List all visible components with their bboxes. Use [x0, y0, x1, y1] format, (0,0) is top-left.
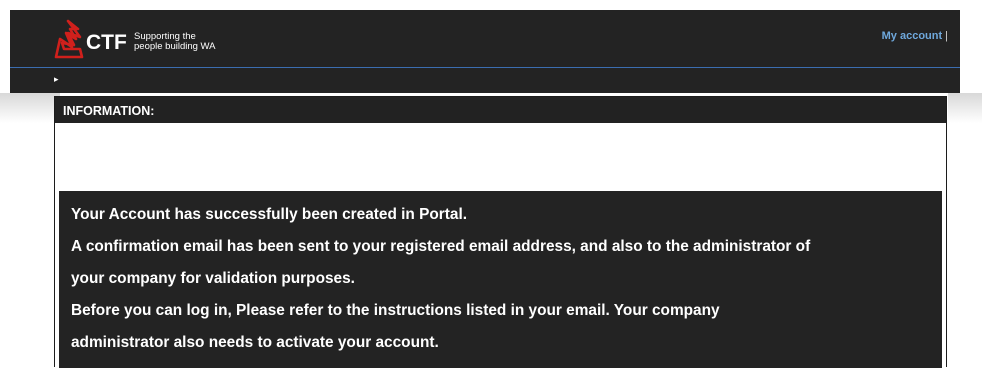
account-separator: | — [945, 30, 948, 42]
page-shadow-right — [948, 93, 982, 123]
message-line-2: A confirmation email has been sent to yo… — [71, 238, 811, 255]
page-shadow-left — [0, 93, 60, 123]
sub-navigation-bar: ▸ — [10, 68, 960, 93]
tagline-line-2: people building WA — [134, 40, 216, 52]
logo-wordmark: CTF — [86, 31, 127, 54]
message-line-1: Your Account has successfully been creat… — [71, 206, 467, 223]
my-account-label[interactable]: My account — [882, 30, 943, 42]
ctf-logo[interactable]: CTF Supporting the people building WA — [54, 19, 229, 61]
expand-arrow-icon[interactable]: ▸ — [54, 74, 59, 85]
message-line-4: Before you can log in, Please refer to t… — [71, 302, 720, 319]
panel-title: INFORMATION: — [55, 97, 946, 123]
my-account-link[interactable]: My account | — [882, 30, 948, 42]
top-header-bar: CTF Supporting the people building WA My… — [10, 10, 960, 67]
message-line-3: your company for validation purposes. — [71, 270, 355, 287]
confirmation-message-box: Your Account has successfully been creat… — [59, 191, 942, 368]
ctf-logo-mark-icon — [54, 19, 84, 59]
message-line-5: administrator also needs to activate you… — [71, 334, 439, 351]
logo-tagline: Supporting the people building WA — [134, 32, 216, 51]
information-panel: INFORMATION: Your Account has successful… — [54, 96, 947, 368]
